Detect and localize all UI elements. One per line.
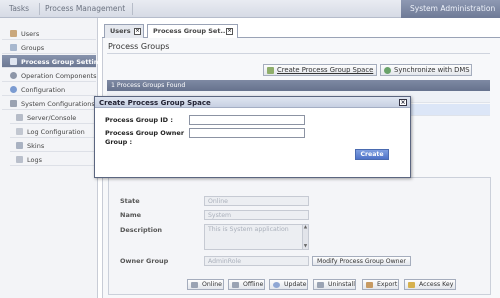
tab-bar: Users × Process Group Set... × <box>102 22 500 39</box>
sidebar-item-label: Logs <box>27 156 42 164</box>
configuration-icon <box>10 86 17 93</box>
tab-process-group-settings[interactable]: Process Group Set... × <box>147 24 238 39</box>
dialog-title: Create Process Group Space <box>95 97 410 108</box>
sidebar-item-log-configuration[interactable]: Log Configuration <box>10 125 96 138</box>
create-process-group-space-button[interactable]: Create Process Group Space <box>263 64 377 76</box>
offline-icon <box>232 282 239 288</box>
process-group-owner-input[interactable] <box>189 128 305 138</box>
sidebar-item-label: System Configurations <box>21 100 95 108</box>
sidebar-item-label: Users <box>21 30 40 38</box>
sidebar-item-label: Skins <box>27 142 45 150</box>
tab-label: Users <box>110 27 131 35</box>
detail-form: State Online Name System Description Thi… <box>108 177 491 295</box>
tab-users[interactable]: Users × <box>104 24 144 38</box>
menu-system-administration[interactable]: System Administration <box>401 0 500 18</box>
uninstall-button[interactable]: Uninstall <box>313 279 356 290</box>
sync-icon <box>384 67 391 74</box>
sidebar-item-system-configurations[interactable]: System Configurations <box>2 97 96 110</box>
name-field: System <box>204 210 309 220</box>
description-field: This is System application ▲ ▼ <box>204 224 309 250</box>
export-button[interactable]: Export <box>362 279 399 290</box>
sidebar-item-configuration[interactable]: Configuration <box>2 83 96 96</box>
skins-icon <box>16 142 23 149</box>
logs-icon <box>16 156 23 163</box>
component-icon <box>10 72 17 79</box>
update-icon <box>273 282 280 288</box>
offline-button[interactable]: Offline <box>228 279 265 290</box>
sidebar-item-skins[interactable]: Skins <box>10 139 96 152</box>
sidebar-item-logs[interactable]: Logs <box>10 153 96 166</box>
sidebar-item-server-console[interactable]: Server/Console <box>10 111 96 124</box>
page-title: Process Groups <box>108 42 170 51</box>
server-icon <box>16 114 23 121</box>
update-label: Update <box>284 281 307 288</box>
process-group-owner-label: Process Group Owner <box>105 129 185 137</box>
log-config-icon <box>16 128 23 135</box>
divider <box>107 53 490 54</box>
tab-label: Process Group Set... <box>153 27 228 35</box>
menu-divider <box>132 3 133 15</box>
menu-divider <box>39 3 40 15</box>
group-icon <box>10 44 17 51</box>
create-button[interactable]: Create <box>355 149 389 160</box>
menu-tasks[interactable]: Tasks <box>9 4 29 13</box>
user-icon <box>10 30 17 37</box>
access-key-label: Access Key <box>419 281 454 288</box>
sidebar-item-label: Server/Console <box>27 114 77 122</box>
top-menu-bar: Tasks Process Management System Administ… <box>0 0 500 18</box>
close-icon[interactable]: × <box>399 99 407 106</box>
scroll-up-icon[interactable]: ▲ <box>303 225 308 230</box>
uninstall-label: Uninstall <box>328 281 355 288</box>
menu-process-management[interactable]: Process Management <box>45 4 125 13</box>
create-link-label: Create Process Group Space <box>277 66 374 74</box>
export-icon <box>366 282 373 288</box>
close-icon[interactable]: × <box>226 28 233 35</box>
grid-header: 1 Process Groups Found <box>107 80 490 91</box>
sidebar-item-label: Process Group Settings <box>21 58 107 66</box>
update-button[interactable]: Update <box>269 279 308 290</box>
sidebar-item-label: Groups <box>21 44 45 52</box>
state-field: Online <box>204 196 309 206</box>
sidebar-item-users[interactable]: Users <box>2 27 96 40</box>
online-icon <box>191 282 198 288</box>
state-label: State <box>120 197 140 205</box>
description-label: Description <box>120 226 163 234</box>
owner-group-label: Owner Group <box>120 257 169 265</box>
export-label: Export <box>377 281 398 288</box>
sidebar-item-label: Operation Components <box>21 72 97 80</box>
online-button[interactable]: Online <box>187 279 224 290</box>
offline-label: Offline <box>243 281 264 288</box>
key-icon <box>408 282 415 288</box>
description-scrollbar[interactable]: ▲ ▼ <box>302 225 308 249</box>
create-icon <box>267 67 274 74</box>
close-icon[interactable]: × <box>134 28 141 35</box>
sidebar: Users Groups Process Group Settings Oper… <box>0 18 107 298</box>
sidebar-item-operation-components[interactable]: Operation Components <box>2 69 97 82</box>
name-label: Name <box>120 211 142 219</box>
create-process-group-space-dialog: Create Process Group Space × Process Gro… <box>94 96 411 178</box>
process-group-id-input[interactable] <box>189 115 305 125</box>
uninstall-icon <box>317 282 324 288</box>
sidebar-item-process-group-settings[interactable]: Process Group Settings <box>2 55 107 68</box>
process-group-icon <box>10 58 17 65</box>
sidebar-item-groups[interactable]: Groups <box>2 41 96 54</box>
sidebar-item-label: Configuration <box>21 86 66 94</box>
online-label: Online <box>202 281 222 288</box>
access-key-button[interactable]: Access Key <box>404 279 456 290</box>
scroll-down-icon[interactable]: ▼ <box>303 244 308 249</box>
owner-group-field: AdminRole <box>204 256 309 266</box>
synchronize-with-dms-button[interactable]: Synchronize with DMS <box>380 64 472 76</box>
modify-process-group-owner-button[interactable]: Modify Process Group Owner <box>312 256 411 266</box>
process-group-owner-label-group: Group : <box>105 138 133 146</box>
sync-link-label: Synchronize with DMS <box>394 66 470 74</box>
process-group-id-label: Process Group ID : <box>105 116 173 124</box>
description-text: This is System application <box>208 226 289 233</box>
sidebar-item-label: Log Configuration <box>27 128 85 136</box>
system-config-icon <box>10 100 17 107</box>
